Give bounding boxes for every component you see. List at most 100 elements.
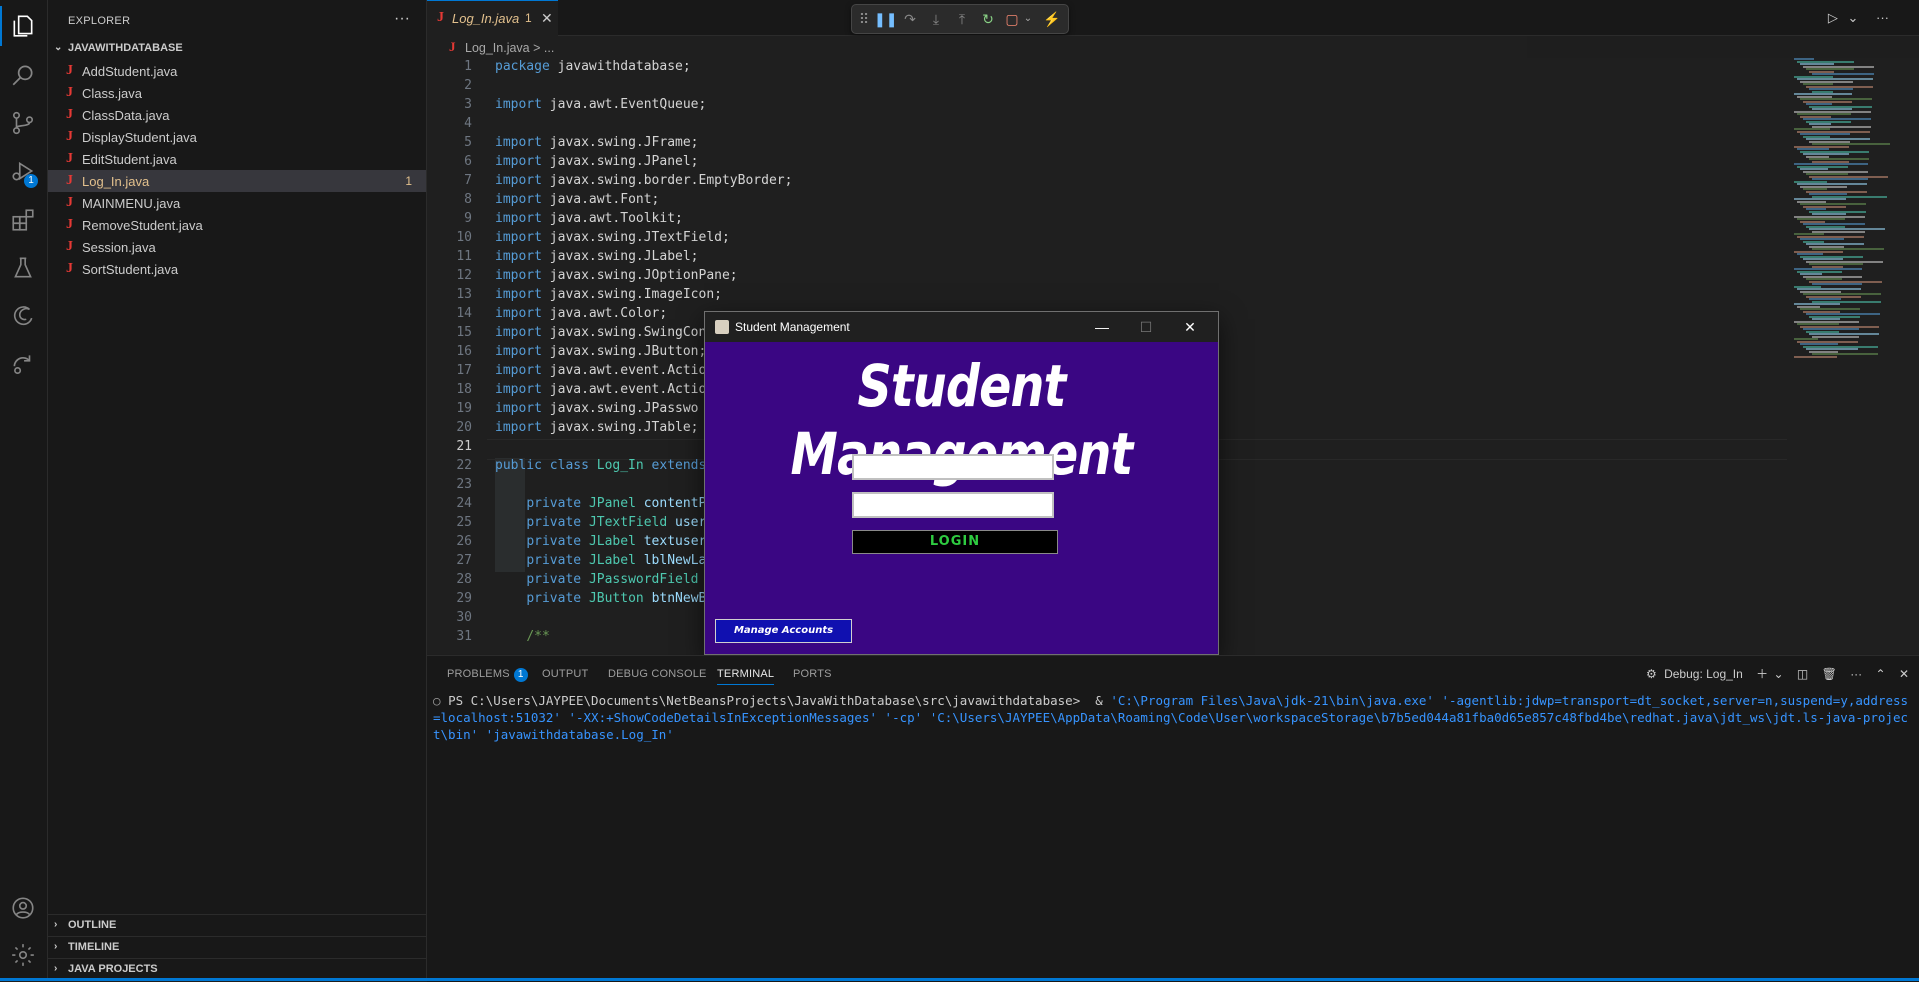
code-line[interactable]: 9 import java.awt.Toolkit; — [427, 211, 1787, 230]
tab-debug-console[interactable]: DEBUG CONSOLE — [608, 668, 707, 680]
file-item[interactable]: J Log_In.java 1 — [48, 170, 426, 192]
tab-terminal[interactable]: TERMINAL — [717, 668, 775, 685]
file-item[interactable]: J MAINMENU.java — [48, 192, 426, 214]
code-text: private JLabel lblNewLa — [495, 553, 706, 568]
timeline-section[interactable]: › TIMELINE — [48, 936, 426, 959]
login-button[interactable]: LOGIN — [852, 530, 1058, 554]
minimap[interactable] — [1790, 58, 1912, 368]
code-token: import — [495, 268, 550, 283]
project-folder[interactable]: ⌄ JAVAWITHDATABASE — [48, 38, 426, 60]
chevron-right-icon: › — [54, 963, 58, 974]
explorer-icon[interactable] — [10, 13, 36, 39]
code-line[interactable]: 8 import java.awt.Font; — [427, 192, 1787, 211]
chevron-down-icon[interactable]: ⌄ — [1847, 10, 1858, 25]
terminal-output[interactable]: ○ PS C:\Users\JAYPEE\Documents\NetBeansP… — [433, 692, 1913, 743]
code-token: import — [495, 382, 550, 397]
close-icon[interactable]: ✕ — [1899, 667, 1909, 681]
close-icon[interactable]: ✕ — [1175, 316, 1205, 338]
code-line[interactable]: 2 — [427, 78, 1787, 97]
breadcrumb-file[interactable]: Log_In.java > ... — [465, 41, 554, 55]
code-token: java.awt.event.Actio — [549, 363, 707, 378]
code-line[interactable]: 6 import javax.swing.JPanel; — [427, 154, 1787, 173]
file-item[interactable]: J Class.java — [48, 82, 426, 104]
chevron-down-icon[interactable]: ⌄ — [1774, 667, 1784, 681]
code-token: import — [495, 192, 550, 207]
code-token: javax.swing.ImageIcon; — [549, 287, 722, 302]
explorer-title: EXPLORER — [68, 15, 131, 27]
terminal-status-dot: ○ — [433, 693, 449, 708]
file-item[interactable]: J SortStudent.java — [48, 258, 426, 280]
maximize-icon[interactable]: ☐ — [1131, 316, 1161, 338]
drag-handle-icon[interactable]: ⠿ — [854, 9, 874, 29]
code-line[interactable]: 13 import javax.swing.ImageIcon; — [427, 287, 1787, 306]
step-into-icon[interactable]: ⤓ — [926, 9, 946, 29]
new-terminal-icon[interactable]: ＋ — [1756, 667, 1768, 681]
file-item[interactable]: J Session.java — [48, 236, 426, 258]
more-actions-icon[interactable]: ··· — [1850, 667, 1862, 681]
line-number: 16 — [456, 344, 472, 359]
line-number: 30 — [456, 610, 472, 625]
tab-log-in-java[interactable]: J Log_In.java 1 ✕ — [427, 0, 558, 36]
tab-ports[interactable]: PORTS — [793, 668, 832, 680]
tab-output[interactable]: OUTPUT — [542, 668, 588, 680]
code-line[interactable]: 3 import java.awt.EventQueue; — [427, 97, 1787, 116]
testing-icon[interactable] — [10, 255, 36, 281]
maximize-panel-icon[interactable]: ⌃ — [1876, 667, 1886, 681]
file-name: DisplayStudent.java — [82, 130, 197, 145]
code-token: package — [495, 59, 558, 74]
debug-session-label[interactable]: Debug: Log_In — [1664, 667, 1743, 681]
code-token: JPanel — [588, 496, 644, 511]
line-number: 29 — [456, 591, 472, 606]
code-line[interactable]: 10 import javax.swing.JTextField; — [427, 230, 1787, 249]
chevron-down-icon[interactable]: ⌄ — [1018, 9, 1038, 29]
line-number: 24 — [456, 496, 472, 511]
code-line[interactable]: 4 — [427, 116, 1787, 135]
code-text: import java.awt.event.Actio — [495, 382, 706, 397]
manage-accounts-button[interactable]: Manage Accounts — [715, 619, 852, 643]
code-text: import javax.swing.JFrame; — [495, 135, 699, 150]
trash-icon[interactable]: 🗑 — [1822, 667, 1837, 681]
code-text: import java.awt.EventQueue; — [495, 97, 706, 112]
step-over-icon[interactable]: ↷ — [900, 9, 920, 29]
window-title: Student Management — [735, 320, 850, 334]
file-item[interactable]: J EditStudent.java — [48, 148, 426, 170]
code-line[interactable]: 7 import javax.swing.border.EmptyBorder; — [427, 173, 1787, 192]
hot-code-replace-icon[interactable]: ⚡ — [1042, 9, 1062, 29]
run-icon[interactable]: ▷ — [1828, 10, 1838, 25]
edge-icon[interactable] — [10, 303, 36, 329]
line-number: 15 — [456, 325, 472, 340]
settings-gear-icon[interactable] — [10, 942, 36, 968]
code-line[interactable]: 11 import javax.swing.JLabel; — [427, 249, 1787, 268]
tab-problems[interactable]: PROBLEMS 1 — [447, 668, 528, 682]
split-terminal-icon[interactable]: ◫ — [1797, 667, 1808, 681]
minimize-icon[interactable]: — — [1087, 316, 1117, 338]
code-line[interactable]: 1 package javawithdatabase; — [427, 59, 1787, 78]
file-item[interactable]: J AddStudent.java — [48, 60, 426, 82]
password-input[interactable] — [852, 492, 1054, 518]
username-input[interactable] — [852, 454, 1054, 480]
restart-icon[interactable]: ↻ — [978, 9, 998, 29]
file-name: Session.java — [82, 240, 156, 255]
source-control-icon[interactable] — [10, 110, 36, 136]
file-item[interactable]: J ClassData.java — [48, 104, 426, 126]
pause-icon[interactable]: ❚❚ — [874, 9, 897, 29]
java-file-icon: J — [66, 63, 73, 78]
more-actions-icon[interactable]: ··· — [394, 10, 410, 28]
extensions-icon[interactable] — [10, 207, 36, 233]
code-line[interactable]: 12 import javax.swing.JOptionPane; — [427, 268, 1787, 287]
step-out-icon[interactable]: ⤒ — [952, 9, 972, 29]
outline-section[interactable]: › OUTLINE — [48, 914, 426, 937]
window-titlebar[interactable]: Student Management — ☐ ✕ — [705, 312, 1218, 342]
account-icon[interactable] — [10, 895, 36, 921]
search-icon[interactable] — [10, 62, 36, 88]
file-item[interactable]: J RemoveStudent.java — [48, 214, 426, 236]
code-text: private JButton btnNewB — [495, 591, 706, 606]
more-actions-icon[interactable]: ··· — [1876, 10, 1889, 25]
remote-explorer-icon[interactable] — [10, 351, 36, 377]
line-number: 18 — [456, 382, 472, 397]
code-token: import — [495, 363, 550, 378]
close-icon[interactable]: ✕ — [541, 10, 553, 27]
code-line[interactable]: 5 import javax.swing.JFrame; — [427, 135, 1787, 154]
file-item[interactable]: J DisplayStudent.java — [48, 126, 426, 148]
code-token: javax.swing.border.EmptyBorder; — [549, 173, 793, 188]
